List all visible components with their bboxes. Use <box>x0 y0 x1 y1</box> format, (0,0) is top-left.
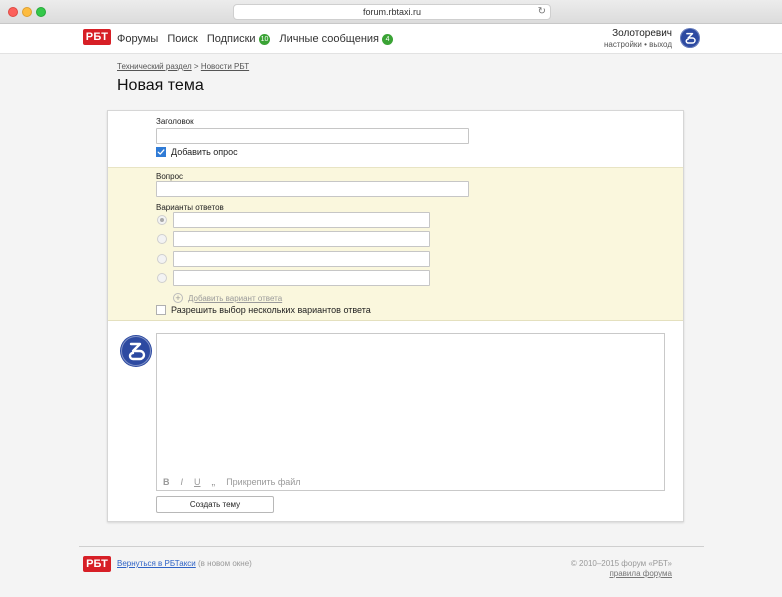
add-option-label: Добавить вариант ответа <box>188 293 283 303</box>
avatar-glyph-icon <box>121 336 151 366</box>
main-nav: Форумы Поиск Подписки 10 Личные сообщени… <box>117 31 402 47</box>
question-label: Вопрос <box>156 172 184 181</box>
footer-divider <box>79 546 704 547</box>
messages-count-badge: 4 <box>382 33 394 45</box>
settings-link[interactable]: настройки <box>604 40 642 49</box>
browser-chrome: forum.rbtaxi.ru ↻ <box>0 0 782 24</box>
reload-icon[interactable]: ↻ <box>538 5 546 19</box>
avatar-glyph-icon <box>680 28 700 48</box>
breadcrumb-technical-section[interactable]: Технический раздел <box>117 62 192 71</box>
nav-subscriptions-label: Подписки <box>206 33 256 45</box>
nav-search-label: Поиск <box>167 33 198 45</box>
footer-logo[interactable]: РБТ <box>83 556 111 572</box>
create-topic-button[interactable]: Создать тему <box>156 496 274 513</box>
option-input-1[interactable] <box>173 212 430 228</box>
nav-search[interactable]: Поиск <box>167 33 197 45</box>
user-avatar[interactable] <box>680 28 700 48</box>
window-zoom-button[interactable] <box>36 7 46 17</box>
user-name[interactable]: Золоторевич <box>604 28 672 40</box>
forum-rules-link[interactable]: правила форума <box>609 569 672 578</box>
window-minimize-button[interactable] <box>22 7 32 17</box>
plus-circle-icon: + <box>173 293 183 303</box>
back-note: (в новом окне) <box>198 559 252 568</box>
option-radio-4[interactable] <box>157 273 167 283</box>
address-bar-url: forum.rbtaxi.ru <box>362 7 422 17</box>
nav-forums[interactable]: Форумы <box>117 33 158 45</box>
option-input-3[interactable] <box>173 251 430 267</box>
add-poll-label: Добавить опрос <box>171 147 238 157</box>
underline-button[interactable]: U <box>194 477 201 487</box>
option-input-4[interactable] <box>173 270 430 286</box>
new-topic-form: Заголовок Добавить опрос Вопрос Варианты… <box>107 110 684 522</box>
nav-subscriptions[interactable]: Подписки 10 <box>207 33 271 45</box>
add-poll-checkbox[interactable] <box>156 147 166 157</box>
user-menu: Золоторевич настройки • выход <box>604 28 672 50</box>
nav-private-messages-label: Личные сообщения <box>279 33 380 45</box>
multiple-choice-label: Разрешить выбор нескольких вариантов отв… <box>171 305 371 315</box>
checkmark-icon <box>157 149 165 155</box>
author-avatar <box>120 335 152 367</box>
site-header: РБТ Форумы Поиск Подписки 10 Личные сооб… <box>0 24 782 54</box>
window-close-button[interactable] <box>8 7 18 17</box>
footer-info: © 2010–2015 форум «РБТ» правила форума <box>571 559 672 579</box>
breadcrumb: Технический раздел > Новости РБТ <box>117 62 249 71</box>
message-editor[interactable]: B I U „ Прикрепить файл <box>156 333 665 491</box>
page-title: Новая тема <box>117 77 204 94</box>
option-input-2[interactable] <box>173 231 430 247</box>
subscriptions-count-badge: 10 <box>258 33 271 45</box>
italic-button[interactable]: I <box>181 477 184 487</box>
back-to-rbtaxi-link[interactable]: Вернуться в РБТакси <box>117 559 196 568</box>
logout-link[interactable]: выход <box>649 40 672 49</box>
options-label: Варианты ответов <box>156 203 224 212</box>
title-input[interactable] <box>156 128 469 144</box>
option-radio-2[interactable] <box>157 234 167 244</box>
title-label: Заголовок <box>156 117 194 126</box>
multiple-choice-checkbox[interactable] <box>156 305 166 315</box>
message-textarea[interactable] <box>157 334 664 470</box>
editor-toolbar: B I U „ Прикрепить файл <box>163 476 312 487</box>
user-links: настройки • выход <box>604 40 672 50</box>
quote-button[interactable]: „ <box>212 476 216 487</box>
bold-button[interactable]: B <box>163 477 170 487</box>
copyright: © 2010–2015 форум «РБТ» <box>570 559 672 568</box>
footer-back: Вернуться в РБТакси (в новом окне) <box>117 559 252 568</box>
breadcrumb-rbt-news[interactable]: Новости РБТ <box>201 62 249 71</box>
multiple-choice-checkbox-row[interactable]: Разрешить выбор нескольких вариантов отв… <box>156 305 371 315</box>
address-bar[interactable]: forum.rbtaxi.ru ↻ <box>233 4 551 20</box>
add-option-button[interactable]: + Добавить вариант ответа <box>173 293 282 303</box>
option-radio-1[interactable] <box>157 215 167 225</box>
breadcrumb-separator: > <box>191 62 201 71</box>
site-logo[interactable]: РБТ <box>83 29 111 45</box>
add-poll-checkbox-row[interactable]: Добавить опрос <box>156 147 238 157</box>
nav-forums-label: Форумы <box>117 33 159 45</box>
nav-private-messages[interactable]: Личные сообщения 4 <box>279 33 394 45</box>
attach-file-button[interactable]: Прикрепить файл <box>226 477 300 487</box>
option-radio-3[interactable] <box>157 254 167 264</box>
poll-section: Вопрос Варианты ответов + Добавить вариа… <box>108 167 683 321</box>
question-input[interactable] <box>156 181 469 197</box>
